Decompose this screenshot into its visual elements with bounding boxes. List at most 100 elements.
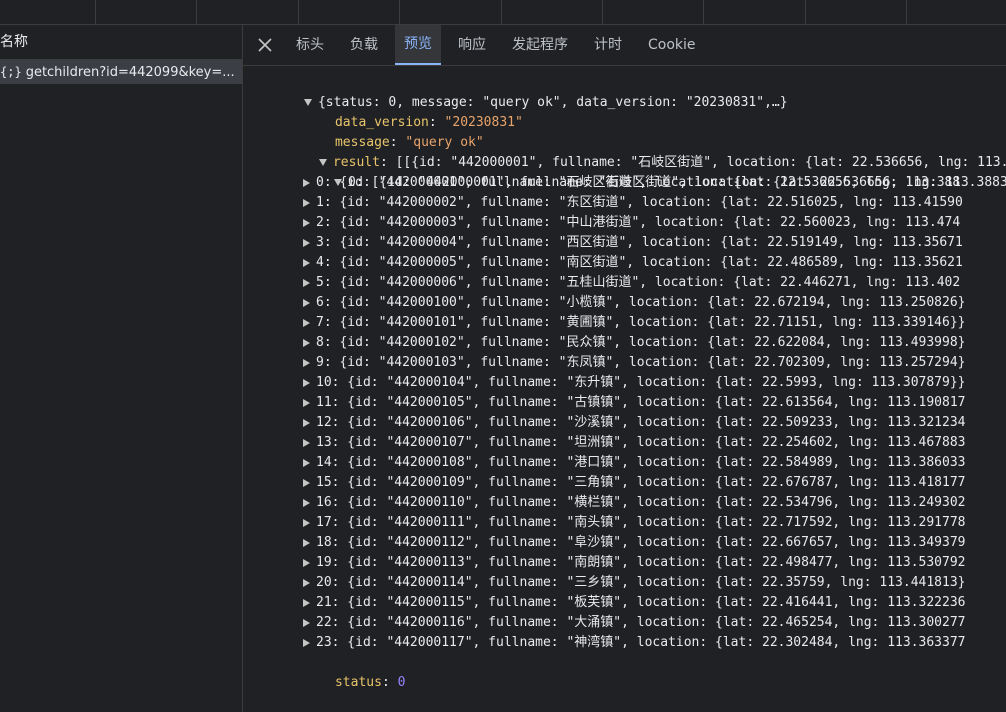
- expand-arrow-icon[interactable]: [303, 438, 310, 447]
- expand-arrow-icon[interactable]: [303, 578, 310, 587]
- tree-root-node[interactable]: {status: 0, message: "query ok", data_ve…: [257, 73, 788, 110]
- request-list-pane: 名称 {;} getchildren?id=442099&key=...: [0, 25, 243, 712]
- result-item-row[interactable]: 3: {id: "442000004", fullname: "西区街道", l…: [303, 233, 963, 253]
- tab-initiator[interactable]: 发起程序: [503, 25, 577, 65]
- tree-prop-message: message: "query ok": [334, 135, 484, 150]
- result-item-row[interactable]: 0: {id: "442000001", fullname: "石岐区街道", …: [303, 173, 960, 193]
- item-summary: 15: {id: "442000109", fullname: "三角镇", l…: [316, 475, 966, 490]
- result-item-row[interactable]: 14: {id: "442000108", fullname: "港口镇", l…: [303, 453, 965, 473]
- item-summary: 6: {id: "442000100", fullname: "小榄镇", lo…: [316, 295, 966, 310]
- result-item-row[interactable]: 10: {id: "442000104", fullname: "东升镇", l…: [303, 373, 965, 393]
- result-item-row[interactable]: 22: {id: "442000116", fullname: "大涌镇", l…: [303, 613, 965, 633]
- result-item-row[interactable]: 17: {id: "442000111", fullname: "南头镇", l…: [303, 513, 965, 533]
- result-item-row[interactable]: 21: {id: "442000115", fullname: "板芙镇", l…: [303, 593, 965, 613]
- expand-arrow-icon[interactable]: [303, 178, 310, 187]
- close-details-button[interactable]: [243, 25, 287, 65]
- timeline-tick: [298, 0, 299, 24]
- result-item-row[interactable]: 6: {id: "442000100", fullname: "小榄镇", lo…: [303, 293, 965, 313]
- tree-prop-result[interactable]: result: [[{id: "442000001", fullname: "石…: [272, 133, 1006, 170]
- tab-headers[interactable]: 标头: [287, 25, 333, 65]
- result-item-row[interactable]: 5: {id: "442000006", fullname: "五桂山街道", …: [303, 273, 960, 293]
- details-tabbar: 标头 负载 预览 响应 发起程序 计时 Cookie: [243, 25, 1006, 66]
- item-summary: 21: {id: "442000115", fullname: "板芙镇", l…: [316, 595, 966, 610]
- item-summary: 20: {id: "442000114", fullname: "三乡镇", l…: [316, 575, 966, 590]
- result-item-row[interactable]: 4: {id: "442000005", fullname: "南区街道", l…: [303, 253, 963, 273]
- item-summary: 19: {id: "442000113", fullname: "南朗镇", l…: [316, 555, 966, 570]
- timeline-tick: [399, 0, 400, 24]
- result-item-row[interactable]: 12: {id: "442000106", fullname: "沙溪镇", l…: [303, 413, 965, 433]
- item-summary: 5: {id: "442000006", fullname: "五桂山街道", …: [316, 275, 961, 290]
- item-summary: 7: {id: "442000101", fullname: "黄圃镇", lo…: [316, 315, 966, 330]
- details-pane: 标头 负载 预览 响应 发起程序 计时 Cookie {status: 0, m…: [243, 25, 1006, 712]
- result-item-row[interactable]: 9: {id: "442000103", fullname: "东凤镇", lo…: [303, 353, 965, 373]
- prop-key: status: [334, 675, 382, 690]
- expand-arrow-icon[interactable]: [303, 498, 310, 507]
- expand-arrow-icon[interactable]: [303, 478, 310, 487]
- item-summary: 3: {id: "442000004", fullname: "西区街道", l…: [316, 235, 963, 250]
- expand-arrow-icon[interactable]: [303, 258, 310, 267]
- expand-arrow-icon[interactable]: [303, 538, 310, 547]
- tab-cookies[interactable]: Cookie: [639, 25, 705, 65]
- item-summary: 13: {id: "442000107", fullname: "坦洲镇", l…: [316, 435, 966, 450]
- result-item-row[interactable]: 11: {id: "442000105", fullname: "古镇镇", l…: [303, 393, 965, 413]
- timeline-tick: [196, 0, 197, 24]
- close-icon: [258, 38, 272, 52]
- request-name: getchildren?id=442099&key=...: [25, 64, 235, 80]
- result-item-row[interactable]: 15: {id: "442000109", fullname: "三角镇", l…: [303, 473, 965, 493]
- item-summary: 2: {id: "442000003", fullname: "中山港街道", …: [316, 215, 961, 230]
- expand-arrow-icon[interactable]: [303, 618, 310, 627]
- timeline-tick: [602, 0, 603, 24]
- item-summary: 10: {id: "442000104", fullname: "东升镇", l…: [316, 375, 966, 390]
- expand-arrow-icon[interactable]: [303, 398, 310, 407]
- item-summary: 4: {id: "442000005", fullname: "南区街道", l…: [316, 255, 963, 270]
- timeline-tick: [906, 0, 907, 24]
- tab-timing[interactable]: 计时: [585, 25, 631, 65]
- prop-value: 0: [397, 675, 406, 690]
- request-row-selected[interactable]: {;} getchildren?id=442099&key=...: [0, 60, 242, 84]
- expand-arrow-icon[interactable]: [303, 198, 310, 207]
- item-summary: 9: {id: "442000103", fullname: "东凤镇", lo…: [316, 355, 966, 370]
- expand-arrow-icon[interactable]: [303, 458, 310, 467]
- expand-arrow-icon[interactable]: [303, 378, 310, 387]
- expand-arrow-icon[interactable]: [303, 358, 310, 367]
- item-summary: 8: {id: "442000102", fullname: "民众镇", lo…: [316, 335, 966, 350]
- tab-preview[interactable]: 预览: [395, 25, 441, 65]
- name-column-header[interactable]: 名称: [0, 25, 242, 60]
- expand-arrow-icon[interactable]: [303, 238, 310, 247]
- expand-arrow-icon[interactable]: [303, 558, 310, 567]
- result-item-row[interactable]: 16: {id: "442000110", fullname: "横栏镇", l…: [303, 493, 965, 513]
- result-item-row[interactable]: 20: {id: "442000114", fullname: "三乡镇", l…: [303, 573, 965, 593]
- json-file-icon: {;}: [0, 65, 22, 79]
- expand-arrow-icon[interactable]: [303, 278, 310, 287]
- expand-arrow-icon[interactable]: [303, 598, 310, 607]
- item-summary: 12: {id: "442000106", fullname: "沙溪镇", l…: [316, 415, 966, 430]
- expand-arrow-icon[interactable]: [303, 418, 310, 427]
- expand-arrow-icon[interactable]: [303, 218, 310, 227]
- result-item-row[interactable]: 1: {id: "442000002", fullname: "东区街道", l…: [303, 193, 963, 213]
- item-summary: 18: {id: "442000112", fullname: "阜沙镇", l…: [316, 535, 966, 550]
- timeline-overview[interactable]: [0, 0, 1006, 25]
- result-item-row[interactable]: 19: {id: "442000113", fullname: "南朗镇", l…: [303, 553, 965, 573]
- result-item-row[interactable]: 18: {id: "442000112", fullname: "阜沙镇", l…: [303, 533, 965, 553]
- tab-response[interactable]: 响应: [449, 25, 495, 65]
- timeline-tick: [95, 0, 96, 24]
- item-summary: 14: {id: "442000108", fullname: "港口镇", l…: [316, 455, 966, 470]
- result-item-row[interactable]: 23: {id: "442000117", fullname: "神湾镇", l…: [303, 633, 965, 653]
- tree-prop-data-version: data_version: "20230831": [334, 115, 523, 130]
- expand-arrow-icon[interactable]: [303, 318, 310, 327]
- result-item-row[interactable]: 13: {id: "442000107", fullname: "坦洲镇", l…: [303, 433, 965, 453]
- tree-group-0[interactable]: 0: [{id: "442000001", fullname: "石岐区街道",…: [287, 153, 1006, 190]
- expand-arrow-icon[interactable]: [303, 298, 310, 307]
- expand-arrow-icon[interactable]: [303, 518, 310, 527]
- result-item-row[interactable]: 2: {id: "442000003", fullname: "中山港街道", …: [303, 213, 960, 233]
- expand-arrow-icon[interactable]: [303, 338, 310, 347]
- tab-payload[interactable]: 负载: [341, 25, 387, 65]
- expand-arrow-icon[interactable]: [303, 638, 310, 647]
- json-preview-tree: {status: 0, message: "query ok", data_ve…: [243, 70, 1006, 710]
- item-summary: 22: {id: "442000116", fullname: "大涌镇", l…: [316, 615, 966, 630]
- item-summary: 17: {id: "442000111", fullname: "南头镇", l…: [316, 515, 966, 530]
- result-item-row[interactable]: 8: {id: "442000102", fullname: "民众镇", lo…: [303, 333, 965, 353]
- result-item-row[interactable]: 7: {id: "442000101", fullname: "黄圃镇", lo…: [303, 313, 965, 333]
- item-summary: 23: {id: "442000117", fullname: "神湾镇", l…: [316, 635, 966, 650]
- item-summary: 11: {id: "442000105", fullname: "古镇镇", l…: [316, 395, 966, 410]
